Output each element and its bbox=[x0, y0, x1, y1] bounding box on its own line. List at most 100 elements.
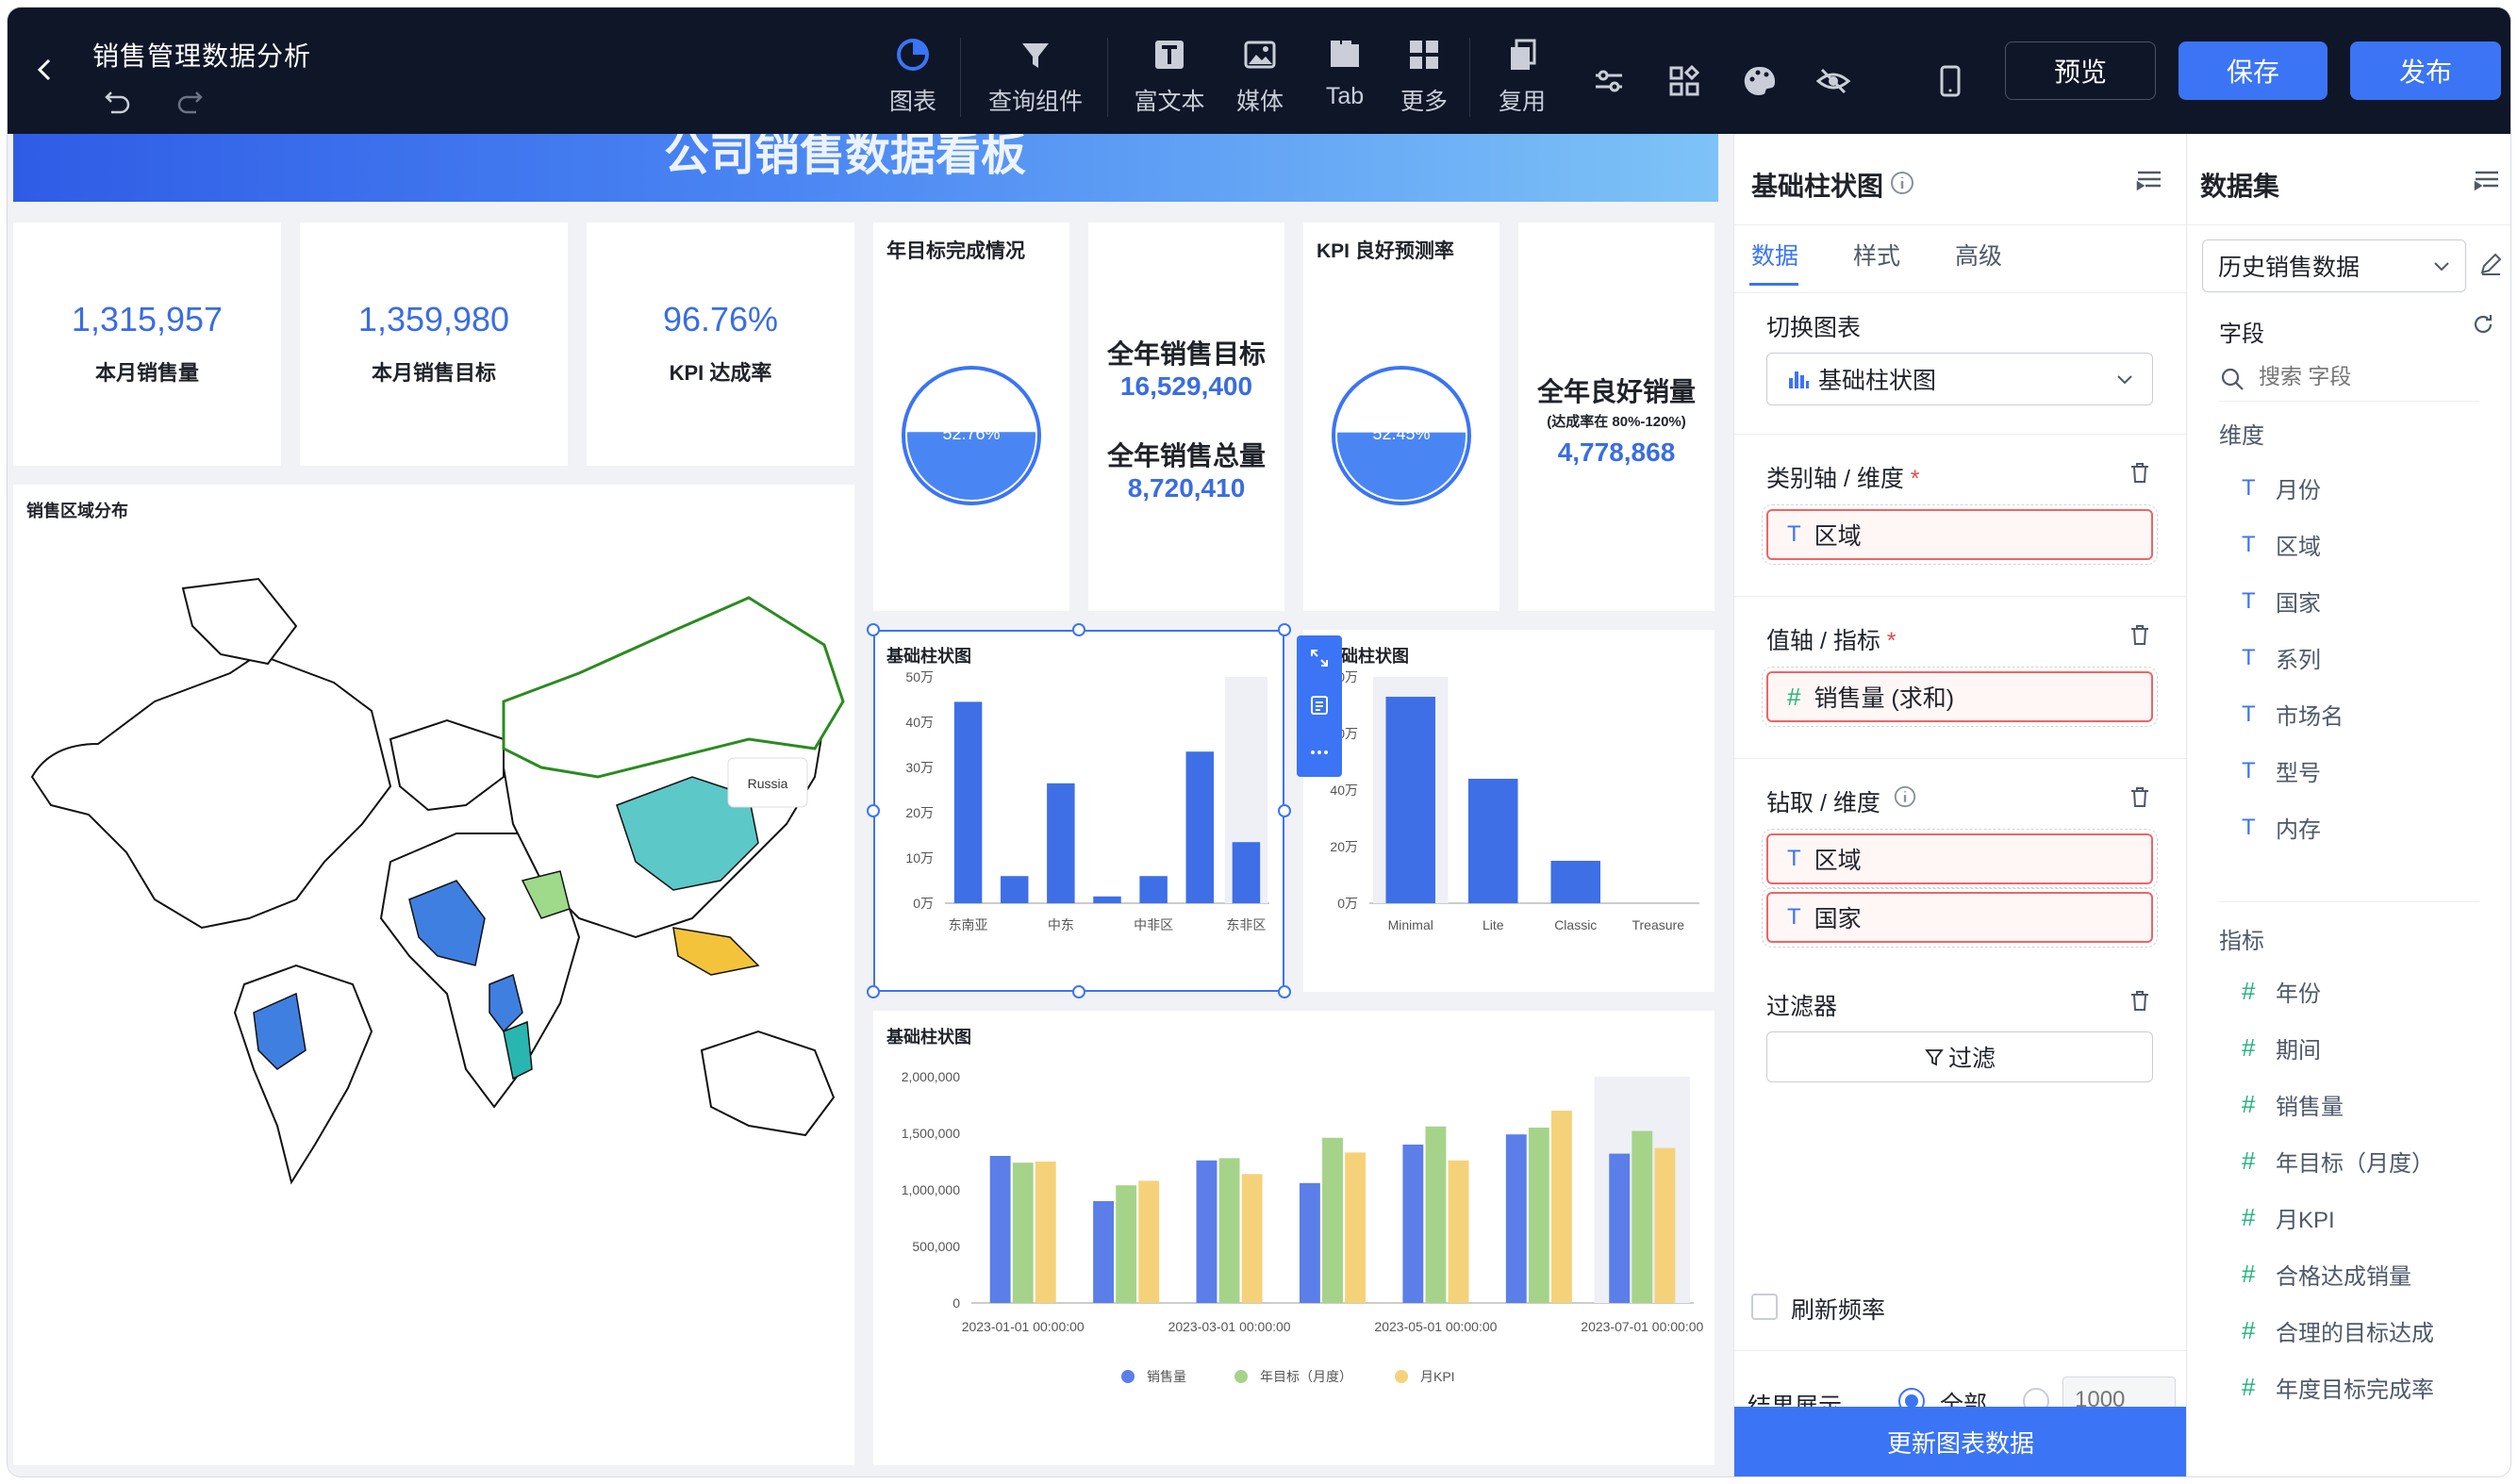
back-arrow-icon[interactable] bbox=[32, 57, 58, 83]
settings-sliders-icon[interactable] bbox=[1590, 62, 1628, 100]
redo-icon[interactable] bbox=[174, 85, 206, 117]
bar-chart-monthly[interactable]: 基础柱状图 2,000,000 1,500,000 1,000,000 500,000… bbox=[873, 1011, 1715, 1465]
drill-field-chip[interactable]: T 区域 bbox=[1762, 829, 2158, 889]
dimension-field[interactable]: T 月份 bbox=[2242, 471, 2321, 504]
bar bbox=[1402, 1145, 1424, 1303]
toolbar-richtext[interactable]: 富文本 bbox=[1130, 36, 1209, 121]
expand-icon[interactable] bbox=[1308, 647, 1331, 669]
metric-field[interactable]: # 合格达成销量 bbox=[2242, 1258, 2411, 1291]
toolbar-reuse[interactable]: 复用 bbox=[1492, 36, 1552, 121]
category-field-chip[interactable]: T 区域 bbox=[1762, 504, 2158, 565]
hide-eye-icon[interactable] bbox=[1814, 62, 1852, 100]
info-icon[interactable] bbox=[1889, 170, 1915, 196]
layout-icon[interactable] bbox=[1665, 62, 1703, 100]
mobile-device-icon[interactable] bbox=[1931, 62, 1969, 100]
resize-handle[interactable] bbox=[867, 804, 880, 817]
theme-palette-icon[interactable] bbox=[1741, 62, 1779, 100]
world-map[interactable]: Russia bbox=[13, 541, 854, 1201]
collapse-menu-icon[interactable] bbox=[2134, 166, 2164, 196]
y-tick-label: 40万 bbox=[1330, 783, 1358, 798]
number-type-icon: # bbox=[2242, 1203, 2256, 1231]
chart-title: 础柱状图 bbox=[1341, 647, 1409, 666]
search-input[interactable] bbox=[2259, 364, 2466, 389]
trash-icon[interactable] bbox=[2128, 622, 2152, 647]
resize-handle[interactable] bbox=[1072, 985, 1085, 998]
toolbar-query[interactable]: 查询组件 bbox=[979, 36, 1092, 121]
bar bbox=[1322, 1137, 1343, 1303]
publish-button[interactable]: 发布 bbox=[2350, 41, 2501, 100]
toolbar-tab[interactable]: Tab bbox=[1315, 36, 1375, 121]
preview-button[interactable]: 预览 bbox=[2005, 41, 2156, 100]
dimension-field[interactable]: T 系列 bbox=[2242, 641, 2321, 674]
dimension-field[interactable]: T 市场名 bbox=[2242, 698, 2344, 731]
tab-advanced[interactable]: 高级 bbox=[1955, 238, 2002, 272]
good-sales-card[interactable]: 全年良好销量 (达成率在 80%-120%) 4,778,868 bbox=[1518, 223, 1715, 611]
map-card[interactable]: 销售区域分布 Russia bbox=[13, 485, 854, 1465]
data-sheet-icon[interactable] bbox=[1308, 694, 1331, 717]
metric-field[interactable]: # 月KPI bbox=[2242, 1201, 2335, 1234]
trash-icon[interactable] bbox=[2128, 988, 2152, 1013]
kpi-card-rate[interactable]: 96.76% KPI 达成率 bbox=[587, 223, 854, 466]
resize-handle[interactable] bbox=[867, 985, 880, 998]
metric-field[interactable]: # 合理的目标达成 bbox=[2242, 1314, 2434, 1347]
dataset-select[interactable]: 历史销售数据 bbox=[2202, 239, 2466, 292]
refresh-checkbox[interactable] bbox=[1751, 1294, 1778, 1320]
gauge-card-annual[interactable]: 年目标完成情况 52.76% bbox=[873, 223, 1069, 611]
add-filter-button[interactable]: 过滤 bbox=[1766, 1031, 2153, 1082]
dashboard-title[interactable]: 销售管理数据分析 bbox=[92, 36, 311, 74]
resize-handle[interactable] bbox=[867, 623, 880, 636]
dimension-field[interactable]: T 区域 bbox=[2242, 528, 2321, 561]
bar bbox=[1448, 1160, 1469, 1303]
dimension-field[interactable]: T 内存 bbox=[2242, 811, 2321, 844]
text-type-icon: T bbox=[2242, 587, 2256, 614]
info-icon[interactable] bbox=[1893, 784, 1917, 809]
tab-data[interactable]: 数据 bbox=[1751, 238, 1798, 272]
x-tick-label: 2023-07-01 00:00:00 bbox=[1581, 1319, 1703, 1334]
metric-field[interactable]: # 销售量 bbox=[2242, 1088, 2344, 1121]
toolbar-media[interactable]: 媒体 bbox=[1230, 36, 1290, 121]
bar bbox=[1218, 1158, 1240, 1303]
save-button[interactable]: 保存 bbox=[2178, 41, 2327, 100]
edit-pencil-icon[interactable] bbox=[2477, 251, 2504, 277]
good-value: 4,778,868 bbox=[1557, 437, 1676, 467]
target-card[interactable]: 全年销售目标 16,529,400 全年销售总量 8,720,410 bbox=[1088, 223, 1284, 611]
resize-handle[interactable] bbox=[1278, 623, 1291, 636]
more-dots-icon[interactable] bbox=[1308, 741, 1331, 764]
kpi-card-target[interactable]: 1,359,980 本月销售目标 bbox=[300, 223, 568, 466]
drill-field-chip[interactable]: T 国家 bbox=[1762, 887, 2158, 948]
bar bbox=[1505, 1134, 1527, 1303]
trash-icon[interactable] bbox=[2128, 460, 2152, 485]
x-tick-label: Minimal bbox=[1388, 917, 1433, 932]
gauge-card-kpi[interactable]: KPI 良好预测率 52.45% bbox=[1303, 223, 1499, 611]
funnel-icon bbox=[1022, 43, 1049, 68]
metric-field[interactable]: # 年目标（月度） bbox=[2242, 1145, 2434, 1178]
resize-handle[interactable] bbox=[1278, 985, 1291, 998]
chart-plot: 80万60万40万20万0万Minimal Lite Classic Treasure bbox=[1330, 669, 1699, 932]
field-search[interactable] bbox=[2219, 358, 2479, 402]
metric-field[interactable]: # 期间 bbox=[2242, 1031, 2321, 1064]
refresh-icon[interactable] bbox=[2470, 311, 2496, 338]
text-type-icon: T bbox=[2242, 701, 2256, 727]
bar bbox=[1299, 1182, 1320, 1303]
dimension-field[interactable]: T 国家 bbox=[2242, 585, 2321, 618]
undo-icon[interactable] bbox=[102, 85, 134, 117]
dimension-field[interactable]: T 型号 bbox=[2242, 754, 2321, 787]
chart-type-select[interactable]: 基础柱状图 bbox=[1766, 353, 2153, 405]
trash-icon[interactable] bbox=[2128, 784, 2152, 809]
resize-handle[interactable] bbox=[1278, 804, 1291, 817]
metric-field[interactable]: # 年份 bbox=[2242, 975, 2321, 1008]
active-tab-indicator bbox=[1749, 283, 1798, 286]
fields-label: 字段 bbox=[2219, 322, 2264, 347]
toolbar-chart[interactable]: 图表 bbox=[875, 36, 951, 121]
bar bbox=[1550, 861, 1600, 903]
collapse-menu-icon[interactable] bbox=[2472, 166, 2502, 196]
value-field-chip[interactable]: # 销售量 (求和) bbox=[1762, 667, 2158, 727]
toolbar-more[interactable]: 更多 bbox=[1394, 36, 1454, 121]
resize-handle[interactable] bbox=[1072, 623, 1085, 636]
bar-chart-series[interactable]: 础柱状图 80万 60万 40万 20万 0万 Minimal Lite Classic Tre… bbox=[1303, 630, 1715, 992]
metric-field[interactable]: # 年度目标完成率 bbox=[2242, 1371, 2434, 1404]
tab-style[interactable]: 样式 bbox=[1853, 238, 1900, 272]
kpi-card-sales[interactable]: 1,315,957 本月销售量 bbox=[13, 223, 281, 466]
bar bbox=[1241, 1174, 1263, 1303]
update-chart-button[interactable]: 更新图表数据 bbox=[1734, 1407, 2187, 1476]
